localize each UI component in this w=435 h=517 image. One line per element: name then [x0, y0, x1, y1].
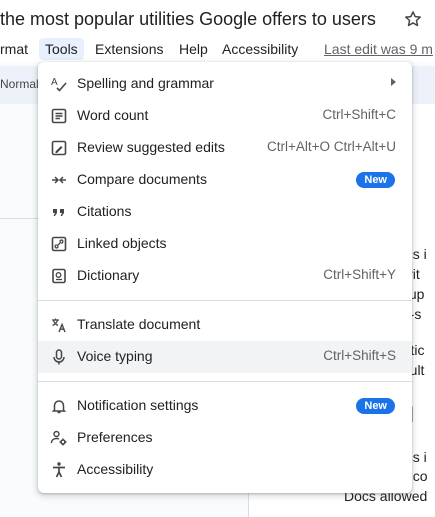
menu-item-label: Accessibility	[77, 461, 154, 477]
menu-item-word-count[interactable]: Word count Ctrl+Shift+C	[38, 100, 412, 132]
menu-item-voice-typing[interactable]: Voice typing Ctrl+Shift+S	[38, 341, 412, 373]
menu-divider	[38, 381, 412, 382]
menu-item-label: Translate document	[77, 316, 201, 332]
link-icon	[50, 235, 68, 253]
menu-item-shortcut: Ctrl+Shift+S	[323, 348, 396, 363]
menu-item-dictionary[interactable]: Dictionary Ctrl+Shift+Y	[38, 260, 412, 292]
review-edits-icon	[50, 139, 68, 157]
translate-icon	[50, 316, 68, 334]
divider	[0, 218, 40, 219]
menu-item-label: Voice typing	[77, 348, 153, 364]
microphone-icon	[50, 348, 68, 366]
menu-item-label: Review suggested edits	[77, 139, 225, 155]
menu-item-label: Dictionary	[77, 267, 140, 283]
submenu-arrow-icon	[391, 78, 396, 86]
menu-item-notification-settings[interactable]: Notification settings New	[38, 390, 412, 422]
menu-item-shortcut: Ctrl+Shift+Y	[323, 267, 396, 282]
dictionary-icon	[50, 267, 68, 285]
title-bar: the most popular utilities Google offers…	[0, 0, 435, 40]
menu-item-shortcut: Ctrl+Alt+O Ctrl+Alt+U	[266, 139, 396, 154]
menu-item-label: Notification settings	[77, 397, 199, 413]
menu-item-translate-document[interactable]: Translate document	[38, 309, 412, 341]
menu-item-accessibility[interactable]: Accessibility	[38, 454, 412, 486]
star-icon[interactable]	[403, 9, 423, 29]
spellcheck-icon: A	[50, 75, 68, 93]
menu-divider	[38, 300, 412, 301]
menu-item-label: Word count	[77, 107, 149, 123]
svg-text:A: A	[51, 77, 58, 88]
tools-menu: A Spelling and grammar Word count Ctrl+S…	[38, 62, 412, 493]
menu-item-citations[interactable]: Citations	[38, 196, 412, 228]
menu-item-label: Citations	[77, 203, 132, 219]
menu-item-label: Preferences	[77, 429, 153, 445]
accessibility-icon	[50, 461, 68, 479]
menu-item-spelling-and-grammar[interactable]: A Spelling and grammar	[38, 68, 412, 100]
bell-icon	[50, 397, 68, 415]
menu-item-label: Compare documents	[77, 171, 207, 187]
menu-tools[interactable]: Tools	[39, 38, 84, 60]
menu-item-compare-documents[interactable]: Compare documents New	[38, 164, 412, 196]
paragraph-style-select[interactable]: Normal	[0, 77, 39, 91]
menu-extensions[interactable]: Extensions	[89, 38, 169, 60]
menu-item-linked-objects[interactable]: Linked objects	[38, 228, 412, 260]
compare-icon	[50, 171, 68, 189]
last-edit-link[interactable]: Last edit was 9 m	[324, 41, 433, 57]
menu-format[interactable]: rmat	[0, 38, 34, 60]
menu-help[interactable]: Help	[173, 38, 214, 60]
menu-item-label: Spelling and grammar	[77, 75, 214, 91]
quote-icon	[50, 203, 68, 221]
document-title[interactable]: the most popular utilities Google offers…	[0, 9, 376, 30]
menu-bar: rmat Tools Extensions Help Accessibility…	[0, 36, 435, 62]
preferences-icon	[50, 429, 68, 447]
menu-item-label: Linked objects	[77, 235, 167, 251]
new-badge: New	[356, 172, 395, 188]
menu-item-review-suggested-edits[interactable]: Review suggested edits Ctrl+Alt+O Ctrl+A…	[38, 132, 412, 164]
menu-item-shortcut: Ctrl+Shift+C	[322, 107, 396, 122]
word-count-icon	[50, 107, 68, 125]
menu-item-preferences[interactable]: Preferences	[38, 422, 412, 454]
menu-accessibility[interactable]: Accessibility	[216, 38, 304, 60]
new-badge: New	[356, 398, 395, 414]
